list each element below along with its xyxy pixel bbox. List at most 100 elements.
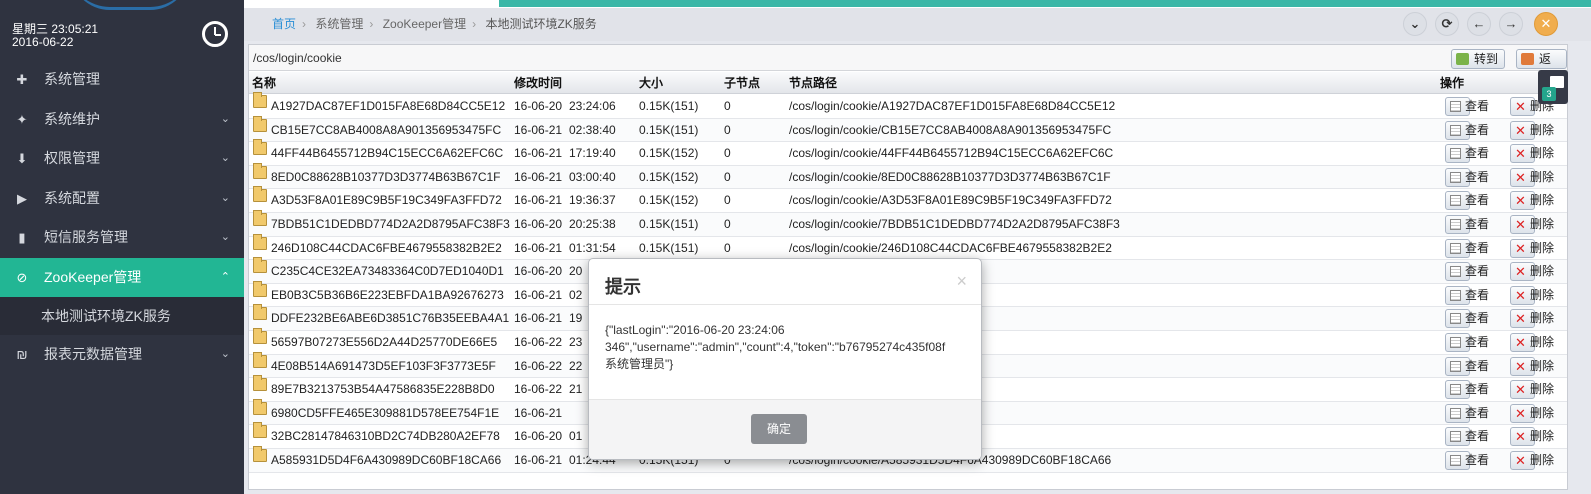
cell-name[interactable]: 246D108C44CDAC6FBE4679558382B2E2 [271, 237, 502, 261]
col-path[interactable]: 节点路径 [789, 72, 837, 94]
delete-icon: ✕ [1515, 334, 1526, 350]
view-button[interactable]: 查看 [1445, 450, 1489, 470]
delete-button[interactable]: ✕ 删除 [1510, 450, 1554, 470]
view-button[interactable]: 查看 [1445, 167, 1489, 187]
view-label: 查看 [1465, 193, 1490, 208]
breadcrumb-zookeeper[interactable]: ZooKeeper管理 [383, 17, 466, 31]
col-children[interactable]: 子节点 [724, 72, 760, 94]
delete-button[interactable]: ✕ 删除 [1510, 144, 1554, 164]
modal-body-line: {"lastLogin":"2016-06-20 23:24:06 [605, 323, 785, 337]
cell-name[interactable]: 56597B07273E556D2A44D25770DE66E5 [271, 331, 497, 355]
delete-button[interactable]: ✕ 删除 [1510, 356, 1554, 376]
cell-children: 0 [724, 99, 731, 113]
cell-name[interactable]: CB15E7CC8AB4008A8A901356953475FC [271, 119, 501, 143]
table-row[interactable]: 7BDB51C1DEDBD774D2A2D8795AFC38F3 16-06-20… [249, 209, 1567, 237]
delete-button[interactable]: ✕ 删除 [1510, 403, 1554, 423]
view-button[interactable]: 查看 [1445, 403, 1489, 423]
delete-button[interactable]: ✕ 删除 [1510, 285, 1554, 305]
delete-button[interactable]: ✕ 删除 [1510, 380, 1554, 400]
view-icon [1450, 218, 1461, 230]
delete-button[interactable]: ✕ 删除 [1510, 427, 1554, 447]
modal-title: 提示 [605, 277, 641, 297]
delete-icon: ✕ [1515, 405, 1526, 421]
sidebar-item-report-meta[interactable]: ₪ 报表元数据管理 ⌄ [0, 335, 244, 375]
cell-name[interactable]: 89E7B3213753B54A47586835E228B8D0 [271, 378, 495, 402]
delete-button[interactable]: ✕ 删除 [1510, 214, 1554, 234]
view-button[interactable]: 查看 [1445, 214, 1489, 234]
view-button[interactable]: 查看 [1445, 285, 1489, 305]
col-size[interactable]: 大小 [639, 72, 663, 94]
delete-button[interactable]: ✕ 删除 [1510, 167, 1554, 187]
table-row[interactable]: CB15E7CC8AB4008A8A901356953475FC 16-06-21… [249, 115, 1567, 143]
back-button[interactable]: 返回 [1516, 49, 1567, 84]
cell-name[interactable]: 44FF44B6455712B94C15ECC6A62EFC6C [271, 142, 503, 166]
cell-name[interactable]: 7BDB51C1DEDBD774D2A2D8795AFC38F3 [271, 213, 510, 237]
cell-path: /cos/login/cookie/7BDB51C1DEDBD774D2A2D8… [789, 216, 1120, 231]
col-name[interactable]: 名称 [252, 72, 276, 94]
sidebar-item-system[interactable]: ✚ 系统管理 [0, 60, 244, 100]
cell-name[interactable]: 32BC28147846310BD2C74DB280A2EF78 [271, 425, 500, 449]
delete-button[interactable]: ✕ 删除 [1510, 332, 1554, 352]
sidebar-subitem-local-zk[interactable]: 本地测试环境ZK服务 [0, 297, 244, 335]
delete-button[interactable]: ✕ 删除 [1510, 97, 1554, 116]
table-row[interactable]: A3D53F8A01E89C9B5F19C349FA3FFD72 16-06-21… [249, 186, 1567, 213]
breadcrumb-system[interactable]: 系统管理 [315, 17, 363, 31]
view-icon [1450, 360, 1461, 372]
view-button[interactable]: 查看 [1445, 120, 1489, 140]
side-tab[interactable]: 3 [1538, 70, 1568, 104]
cell-date: 16-06-21 [514, 122, 563, 137]
delete-button[interactable]: ✕ 删除 [1510, 238, 1554, 258]
view-button[interactable]: 查看 [1445, 427, 1489, 447]
arrow-right-icon[interactable]: → [1499, 12, 1523, 36]
delete-label: 删除 [1530, 311, 1555, 326]
refresh-icon[interactable]: ⟳ [1435, 12, 1459, 36]
folder-icon [253, 233, 267, 250]
view-button[interactable]: 查看 [1445, 309, 1489, 329]
delete-button[interactable]: ✕ 删除 [1510, 262, 1554, 282]
path-input[interactable]: /cos/login/cookie [253, 51, 342, 65]
sidebar-item-sms[interactable]: ▮ 短信服务管理 ⌄ [0, 218, 244, 258]
delete-label: 删除 [1530, 264, 1555, 279]
sidebar-item-permissions[interactable]: ⬇ 权限管理 ⌄ [0, 139, 244, 179]
ok-button[interactable]: 确定 [751, 414, 807, 444]
chevron-down-icon[interactable]: ⌄ [1403, 12, 1427, 36]
view-button[interactable]: 查看 [1445, 380, 1489, 400]
view-button[interactable]: 查看 [1445, 144, 1489, 164]
view-button[interactable]: 查看 [1445, 332, 1489, 352]
table-row[interactable]: A1927DAC87EF1D015FA8E68D84CC5E12 16-06-20… [249, 92, 1567, 119]
cell-name[interactable]: 4E08B514A691473D5EF103F3F3773E5F [271, 355, 496, 379]
close-icon[interactable]: ✕ [1534, 12, 1558, 36]
view-button[interactable]: 查看 [1445, 238, 1489, 258]
col-modified[interactable]: 修改时间 [514, 72, 562, 94]
breadcrumb-home[interactable]: 首页 [272, 17, 296, 31]
sidebar-item-maintenance[interactable]: ✦ 系统维护 ⌄ [0, 100, 244, 140]
cell-name[interactable]: A1927DAC87EF1D015FA8E68D84CC5E12 [271, 95, 505, 119]
delete-icon: ✕ [1515, 216, 1526, 232]
table-row[interactable]: 44FF44B6455712B94C15ECC6A62EFC6C 16-06-21… [249, 139, 1567, 166]
cell-name[interactable]: C235C4CE32EA73483364C0D7ED1040D1 [271, 260, 504, 284]
close-icon[interactable]: × [956, 271, 967, 292]
view-button[interactable]: 查看 [1445, 262, 1489, 282]
view-button[interactable]: 查看 [1445, 356, 1489, 376]
cell-name[interactable]: EB0B3C5B36B6E223EBFDA1BA92676273 [271, 284, 504, 308]
delete-button[interactable]: ✕ 删除 [1510, 191, 1554, 211]
goto-button[interactable]: 转到 [1451, 49, 1506, 69]
view-icon [1450, 289, 1461, 301]
sidebar-item-zookeeper[interactable]: ⊘ ZooKeeper管理 ⌃ [0, 257, 244, 297]
arrow-left-icon[interactable]: ← [1467, 12, 1491, 36]
view-button[interactable]: 查看 [1445, 191, 1489, 211]
delete-button[interactable]: ✕ 删除 [1510, 120, 1554, 140]
table-row[interactable]: 8ED0C88628B10377D3D3774B63B67C1F 16-06-21… [249, 162, 1567, 190]
cell-name[interactable]: A585931D5D4F6A430989DC60BF18CA66 [271, 449, 501, 473]
cell-name[interactable]: 6980CD5FFE465E309881D578EE754F1E [271, 402, 499, 426]
cell-name[interactable]: A3D53F8A01E89C9B5F19C349FA3FFD72 [271, 189, 502, 213]
clock-icon[interactable] [202, 21, 228, 47]
view-button[interactable]: 查看 [1445, 97, 1489, 116]
cell-name[interactable]: DDFE232BE6ABE6D3851C76B35EEBA4A1 [271, 307, 509, 331]
table-row[interactable]: 246D108C44CDAC6FBE4679558382B2E2 16-06-21… [249, 233, 1567, 261]
delete-button[interactable]: ✕ 删除 [1510, 309, 1554, 329]
view-icon [1450, 313, 1461, 325]
cell-name[interactable]: 8ED0C88628B10377D3D3774B63B67C1F [271, 166, 501, 190]
side-tab-badge: 3 [1542, 87, 1556, 101]
sidebar-item-config[interactable]: ▶ 系统配置 ⌄ [0, 179, 244, 219]
